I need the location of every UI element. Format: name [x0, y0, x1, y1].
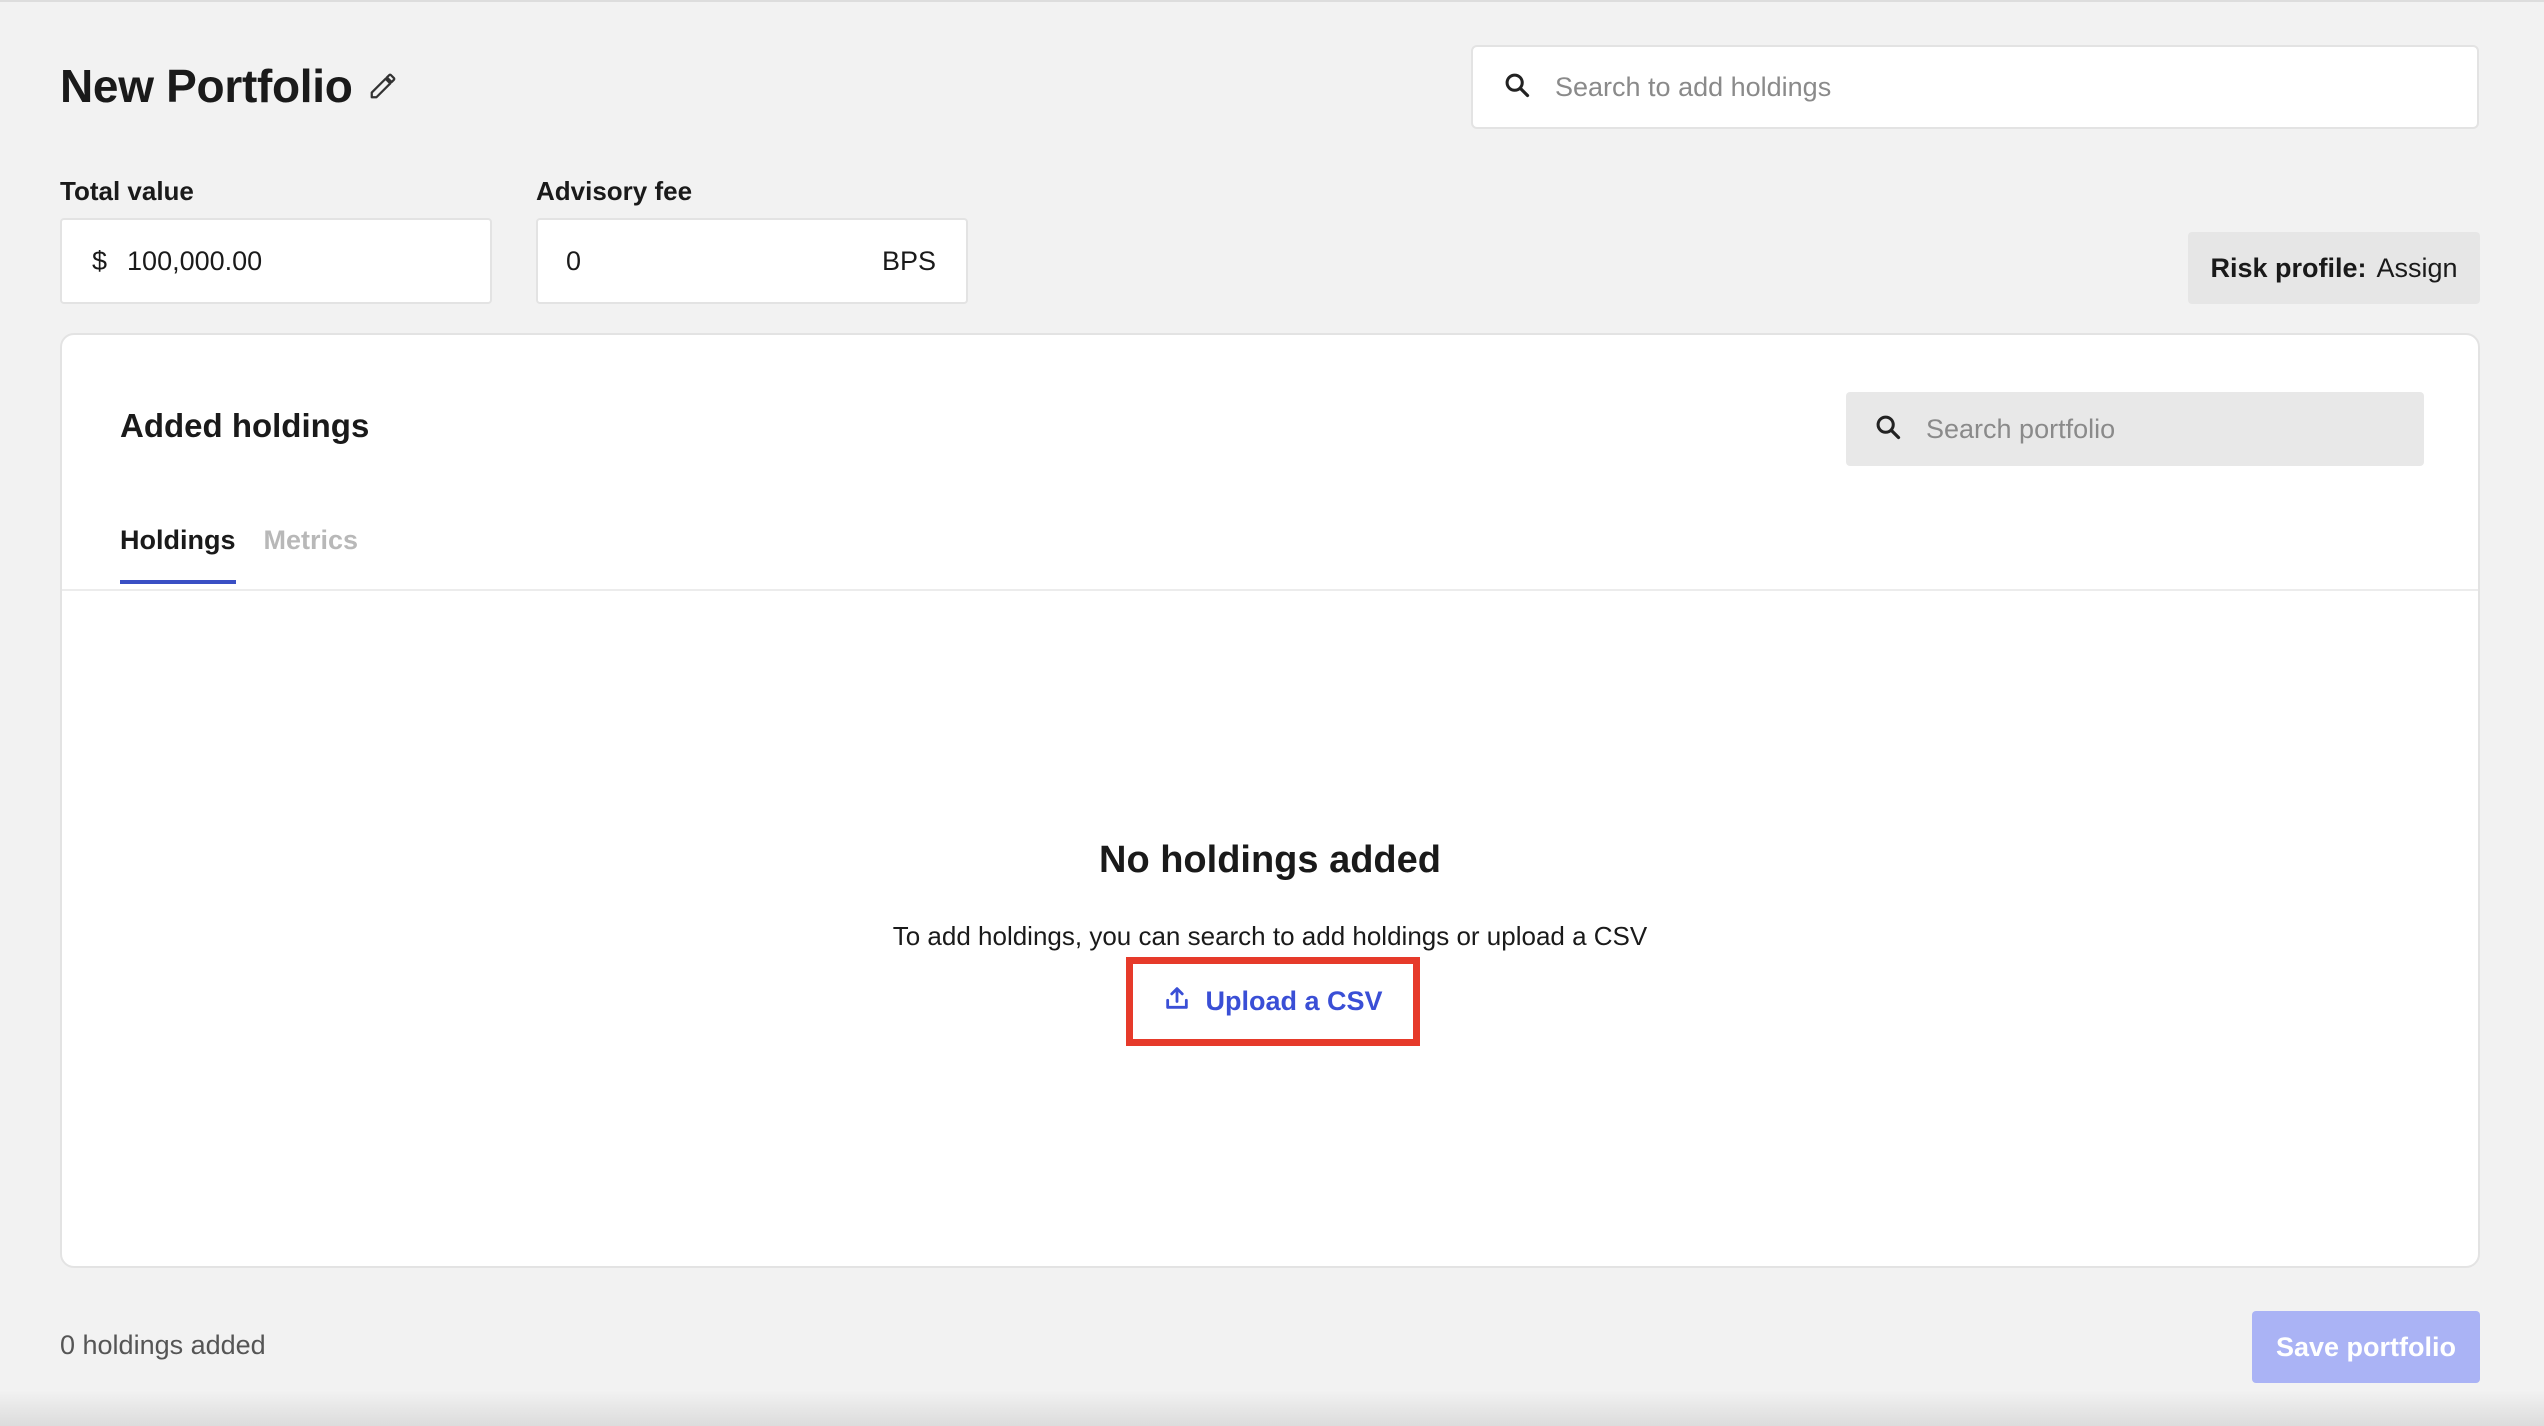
risk-profile-value: Assign	[2376, 252, 2458, 283]
pencil-icon[interactable]	[367, 70, 399, 102]
page-header: New Portfolio	[60, 58, 399, 114]
bottom-shade	[0, 1390, 2544, 1426]
total-value-field[interactable]: $ 100,000.00	[60, 218, 492, 304]
currency-symbol: $	[92, 245, 108, 276]
tabs-divider	[62, 589, 2478, 591]
holdings-count: 0 holdings added	[60, 1330, 266, 1360]
tab-holdings[interactable]: Holdings	[120, 525, 236, 584]
risk-profile-button[interactable]: Risk profile: Assign	[2188, 232, 2480, 304]
upload-csv-label: Upload a CSV	[1205, 986, 1383, 1016]
portfolio-search-input[interactable]	[1924, 412, 2408, 446]
risk-profile-label: Risk profile:	[2210, 252, 2367, 283]
top-divider	[0, 0, 2544, 2]
upload-csv-button[interactable]: Upload a CSV	[1163, 984, 1383, 1019]
total-value-input[interactable]: 100,000.00	[127, 246, 262, 277]
advisory-fee-field[interactable]: 0 BPS	[536, 218, 968, 304]
total-value-label: Total value	[60, 176, 194, 206]
advisory-fee-label: Advisory fee	[536, 176, 693, 206]
upload-icon	[1163, 984, 1191, 1019]
empty-state-title: No holdings added	[1099, 839, 1441, 881]
added-holdings-card: Added holdings Holdings Metrics No holdi…	[60, 333, 2480, 1268]
tab-bar: Holdings Metrics	[120, 525, 358, 584]
page-title: New Portfolio	[60, 60, 353, 112]
holdings-search-field[interactable]	[1471, 45, 2479, 129]
search-icon	[1874, 413, 1902, 446]
fee-unit: BPS	[881, 245, 936, 276]
upload-csv-highlight: Upload a CSV	[1126, 957, 1420, 1046]
empty-state-description: To add holdings, you can search to add h…	[892, 921, 1648, 951]
advisory-fee-input[interactable]: 0	[566, 246, 581, 277]
portfolio-search-field[interactable]	[1846, 392, 2424, 466]
save-portfolio-button[interactable]: Save portfolio	[2252, 1311, 2480, 1383]
card-title: Added holdings	[120, 407, 370, 444]
search-icon	[1503, 71, 1531, 104]
holdings-search-input[interactable]	[1553, 70, 2437, 104]
tab-metrics[interactable]: Metrics	[264, 525, 359, 584]
